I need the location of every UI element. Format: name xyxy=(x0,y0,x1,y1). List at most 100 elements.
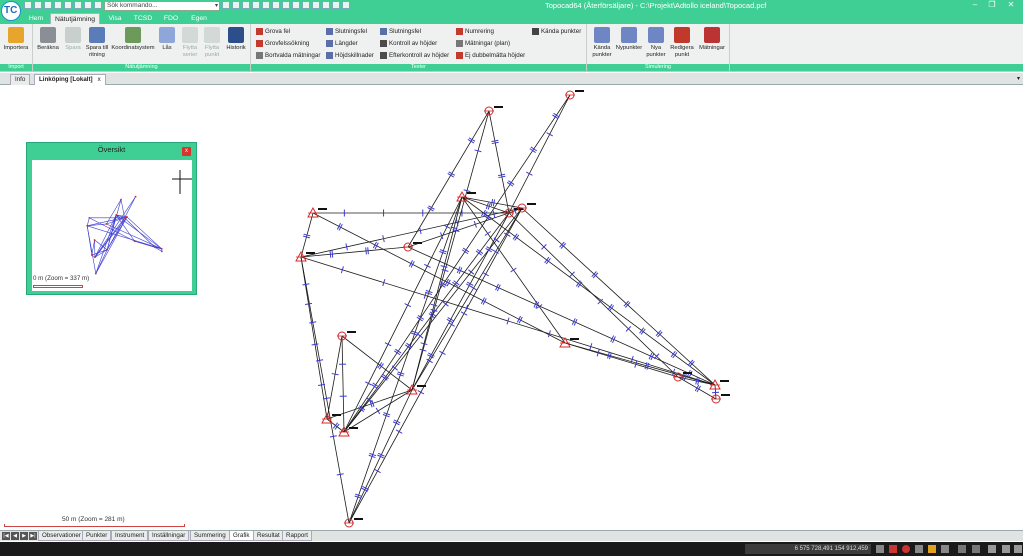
observation-tick xyxy=(309,321,317,324)
sheet-tab-punkter[interactable]: Punkter xyxy=(82,531,112,541)
crosshair-icon[interactable] xyxy=(958,545,966,553)
save-icon[interactable] xyxy=(44,1,52,9)
sheet-tab-resultat[interactable]: Resultat xyxy=(253,531,284,541)
spara-till-ritning-button[interactable]: Spara till ritning xyxy=(83,27,111,58)
redigera-punkt-button[interactable]: Redigera punkt xyxy=(668,27,696,58)
tab-egen[interactable]: Egen xyxy=(186,13,212,24)
flag-icon[interactable] xyxy=(282,1,290,9)
undo-icon[interactable] xyxy=(64,1,72,9)
settings-icon[interactable] xyxy=(332,1,340,9)
slutningsfel-button[interactable]: Slutningsfel xyxy=(326,27,367,36)
spara-button[interactable]: Spara xyxy=(63,27,83,52)
app-logo[interactable]: TC xyxy=(1,1,21,21)
slutningsfel-hojd-button[interactable]: Slutningsfel xyxy=(380,27,421,36)
grovfelssokning-button[interactable]: Grovfelssökning xyxy=(256,39,309,48)
fullscreen-icon[interactable] xyxy=(1014,545,1022,553)
next-tab-icon[interactable]: ▶ xyxy=(20,532,28,540)
observation-line xyxy=(411,207,523,391)
overview-panel[interactable]: Översikt x 0 m (Zoom = 337 m) xyxy=(26,142,197,295)
point-icon[interactable] xyxy=(292,1,300,9)
help-icon[interactable] xyxy=(342,1,350,9)
record-icon[interactable] xyxy=(902,545,910,553)
height-diff-icon xyxy=(326,52,333,59)
observation-tick xyxy=(331,373,339,376)
last-tab-icon[interactable]: ▶| xyxy=(29,532,37,540)
kanda-punkter-text-button[interactable]: Kända punkter xyxy=(532,27,581,36)
bortvalda-matningar-button[interactable]: Bortvalda mätningar xyxy=(256,51,320,60)
sheet-tab-rapport[interactable]: Rapport xyxy=(282,531,313,541)
matningar-button[interactable]: Mätningar xyxy=(696,27,728,52)
overview-close-icon[interactable]: x xyxy=(182,147,191,156)
snap-toggle-icon[interactable] xyxy=(876,545,884,553)
close-icon[interactable]: ✕ xyxy=(1004,0,1018,11)
langder-button[interactable]: Längder xyxy=(326,39,358,48)
efterkontroll-av-hojder-button[interactable]: Efterkontroll av höjder xyxy=(380,51,449,60)
chevron-down-icon[interactable]: ▾ xyxy=(215,2,218,10)
grid-icon[interactable] xyxy=(262,1,270,9)
cut-icon[interactable] xyxy=(84,1,92,9)
berakna-button[interactable]: Beräkna xyxy=(35,27,61,52)
snap-icon[interactable] xyxy=(252,1,260,9)
print-icon[interactable] xyxy=(54,1,62,9)
zoom-icon[interactable] xyxy=(222,1,230,9)
tab-tcsd[interactable]: TCSD xyxy=(130,13,156,24)
flytta-serier-button[interactable]: Flytta serier xyxy=(179,27,201,58)
minimize-icon[interactable]: – xyxy=(968,0,982,11)
prev-tab-icon[interactable]: ◀ xyxy=(11,532,19,540)
nya-punkter-button[interactable]: Nya punkter xyxy=(644,27,668,58)
kanda-punkter-button[interactable]: Kända punkter xyxy=(589,27,615,58)
doc-tab-linkoping[interactable]: Linköping [Lokalt] x xyxy=(34,74,106,85)
tab-fdo[interactable]: FDO xyxy=(160,13,182,24)
maximize-icon[interactable]: ❐ xyxy=(985,0,999,11)
new-icon[interactable] xyxy=(24,1,32,9)
layer-icon[interactable] xyxy=(242,1,250,9)
layers-toggle-icon[interactable] xyxy=(941,545,949,553)
copy-icon[interactable] xyxy=(94,1,102,9)
monitor-icon[interactable] xyxy=(1002,545,1010,553)
redo-icon[interactable] xyxy=(74,1,82,9)
nypunkter-button[interactable]: Nypunkter xyxy=(614,27,644,52)
las-button[interactable]: Lås xyxy=(157,27,177,52)
observation-tick xyxy=(492,199,496,207)
sheet-tab-summering[interactable]: Summering xyxy=(190,531,230,541)
grova-fel-button[interactable]: Grova fel xyxy=(256,27,290,36)
tab-hem[interactable]: Hem xyxy=(24,13,48,24)
overview-point xyxy=(115,214,118,216)
sheet-tab-installningar[interactable]: Inställningar xyxy=(148,531,190,541)
matningar-plan-button[interactable]: Mätningar (plan) xyxy=(456,39,510,48)
table-icon[interactable] xyxy=(322,1,330,9)
text-icon[interactable] xyxy=(312,1,320,9)
numrering-button[interactable]: Numrering xyxy=(456,27,494,36)
tab-natutjamning[interactable]: Nätutjämning xyxy=(50,13,100,24)
ej-dubbelmatta-hojder-button[interactable]: Ej dubbelmätta höjder xyxy=(456,51,525,60)
tab-dropdown-icon[interactable]: ▾ xyxy=(1017,75,1020,82)
numbering-icon xyxy=(456,28,463,35)
sheet-tab-grafik[interactable]: Grafik xyxy=(229,531,254,541)
overview-map[interactable]: 0 m (Zoom = 337 m) xyxy=(32,160,192,291)
sheet-tab-instrument[interactable]: Instrument xyxy=(111,531,149,541)
sheet-tab-observationer[interactable]: Observationer xyxy=(38,531,85,541)
grid-toggle-icon[interactable] xyxy=(915,545,923,553)
hojdskillnader-button[interactable]: Höjdskillnader xyxy=(326,51,374,60)
measurements-icon xyxy=(704,27,720,43)
pencil-icon[interactable] xyxy=(928,545,936,553)
ortho-toggle-icon[interactable] xyxy=(889,545,897,553)
first-tab-icon[interactable]: |◀ xyxy=(2,532,10,540)
close-tab-icon[interactable]: x xyxy=(98,76,101,83)
doc-tab-info[interactable]: Info xyxy=(10,74,31,85)
tab-visa[interactable]: Visa xyxy=(104,13,126,24)
kontroll-av-hojder-button[interactable]: Kontroll av höjder xyxy=(380,39,437,48)
pan-icon[interactable] xyxy=(232,1,240,9)
overview-line xyxy=(94,196,136,258)
importera-button[interactable]: Importera xyxy=(2,27,30,52)
line-icon[interactable] xyxy=(302,1,310,9)
window-icon[interactable] xyxy=(988,545,996,553)
flytta-punkt-button[interactable]: Flytta punkt xyxy=(201,27,223,58)
measure-icon[interactable] xyxy=(272,1,280,9)
command-search-input[interactable]: Sök kommando... ▾ xyxy=(104,1,220,11)
compass-icon[interactable] xyxy=(972,545,980,553)
koordinatsystem-button[interactable]: Koordinatsystem xyxy=(111,27,155,52)
historik-button[interactable]: Historik xyxy=(224,27,248,52)
open-icon[interactable] xyxy=(34,1,42,9)
save-drawing-icon xyxy=(89,27,105,43)
